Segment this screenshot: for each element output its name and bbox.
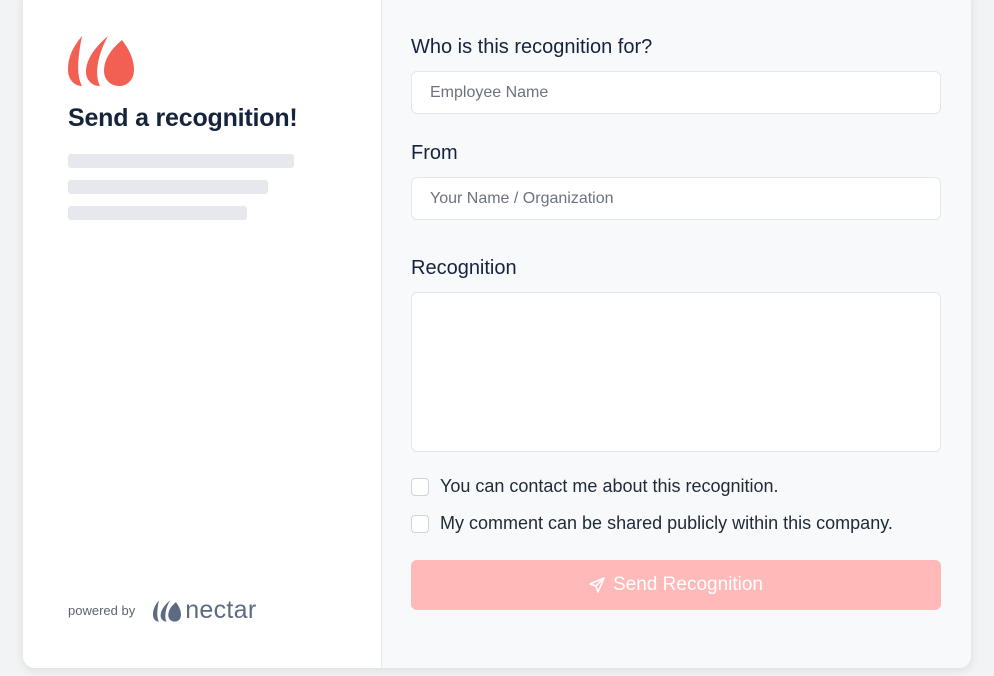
brand-name: nectar <box>185 596 257 624</box>
recognition-label: Recognition <box>411 257 517 279</box>
left-panel: Send a recognition! powered by nectar <box>23 0 382 668</box>
contact-consent-checkbox[interactable] <box>411 477 429 496</box>
share-public-row[interactable]: My comment can be shared publicly within… <box>411 513 893 534</box>
powered-by: powered by nectar <box>68 598 257 623</box>
recipient-label: Who is this recognition for? <box>411 36 653 58</box>
share-public-label[interactable]: My comment can be shared publicly within… <box>440 513 893 534</box>
recognition-textarea[interactable] <box>411 292 941 452</box>
contact-consent-label[interactable]: You can contact me about this recognitio… <box>440 476 779 497</box>
powered-by-label: powered by <box>68 603 136 618</box>
contact-consent-row[interactable]: You can contact me about this recognitio… <box>411 476 779 497</box>
skeleton-line <box>68 180 268 194</box>
share-public-checkbox[interactable] <box>411 514 429 533</box>
nectar-petals-icon <box>68 36 134 86</box>
from-input[interactable] <box>411 177 941 220</box>
paper-plane-icon <box>589 577 605 593</box>
send-recognition-label: Send Recognition <box>613 574 763 595</box>
from-label: From <box>411 142 458 164</box>
employee-name-input[interactable] <box>411 71 941 114</box>
recognition-card: Send a recognition! powered by nectar Wh… <box>23 0 971 668</box>
skeleton-line <box>68 154 294 168</box>
send-recognition-button[interactable]: Send Recognition <box>411 560 941 610</box>
skeleton-line <box>68 206 247 220</box>
nectar-logo-icon <box>153 599 182 622</box>
page-title: Send a recognition! <box>68 104 298 132</box>
form-panel: Who is this recognition for? From Recogn… <box>382 0 971 668</box>
